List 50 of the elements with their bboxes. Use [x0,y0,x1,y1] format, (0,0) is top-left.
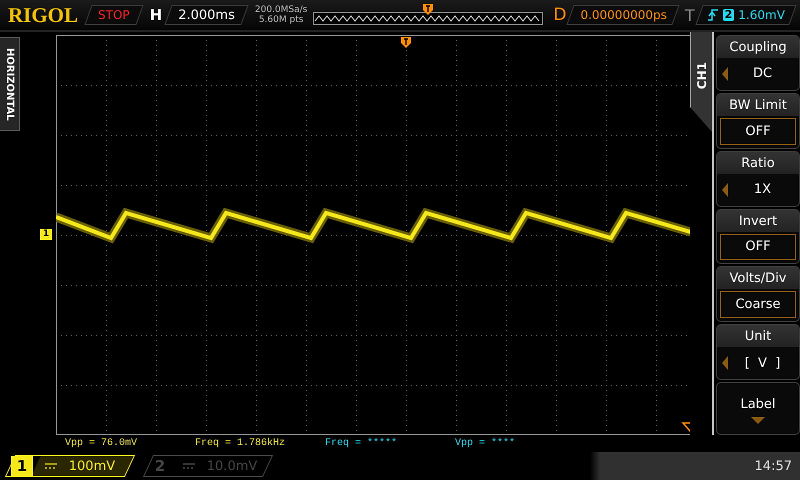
brand-logo: RIGOL [8,2,78,28]
measurement-readout: Vpp = 76.0mV [65,438,138,449]
softkey-value: Coarse [720,291,796,318]
delay-label: D [553,5,566,25]
menu-softkey[interactable]: Ratio 1X [716,150,800,207]
menu-softkey[interactable]: Volts/Div Coarse [716,266,800,322]
softkey-value: OFF [720,234,796,260]
left-arrow-icon [722,182,728,197]
trigger-level: 1.60mV [738,8,785,22]
menu-softkey[interactable]: Label [716,382,800,435]
softkey-label: Invert [717,210,799,232]
softkey-label: Label [740,396,776,414]
channel-number: 2 [154,456,166,476]
channel-scale: 10.0mV [207,458,258,474]
down-arrow-icon [751,417,765,424]
clock-time: 14:57 [754,458,792,474]
left-arrow-icon [722,66,728,81]
softkey-value: OFF [720,118,796,145]
menu-softkey[interactable]: Coupling DC [716,35,800,91]
measurement-readout: Freq = 1.786kHz [195,438,286,449]
softkey-value: 1X [752,182,772,198]
channel-scale-tab[interactable]: 1 100mV [4,455,136,477]
softkey-label: Volts/Div [717,267,799,290]
trigger-position-icon [401,37,411,48]
measurement-readout: Vpp = **** [455,438,516,449]
softkey-label: Unit [717,325,799,348]
softkey-label: Coupling [717,36,799,58]
trigger-source-badge: 2 [722,9,734,21]
trigger-label: T [684,6,695,24]
channel-scale: 100mV [69,458,116,474]
softkey-value: [ V ] [744,356,782,371]
trigger-position-icon [423,4,434,16]
left-arrow-icon [722,356,728,370]
softkey-label: BW Limit [717,94,799,116]
menu-softkey[interactable]: Invert OFF [716,208,800,264]
trigger-level-offscreen-icon [681,422,690,432]
rising-edge-icon [706,8,719,22]
horizontal-label: H [150,6,162,24]
memory-depth: 5.60M pts [258,15,304,25]
menu-softkey[interactable]: Unit [ V ] [716,324,800,380]
softkey-value: DC [752,66,774,82]
channel-number: 1 [11,456,33,476]
channel-ground-marker: 1 [40,229,52,240]
sample-rate: 200.0MSa/s [254,5,308,15]
dc-coupling-icon [45,462,57,470]
horizontal-menu-tab[interactable]: HORIZONTAL [0,37,20,131]
menu-softkey[interactable]: BW Limit OFF [716,92,800,149]
dc-coupling-icon [183,462,195,470]
measurement-readout: Freq = ***** [325,438,398,449]
softkey-label: Ratio [717,152,799,174]
